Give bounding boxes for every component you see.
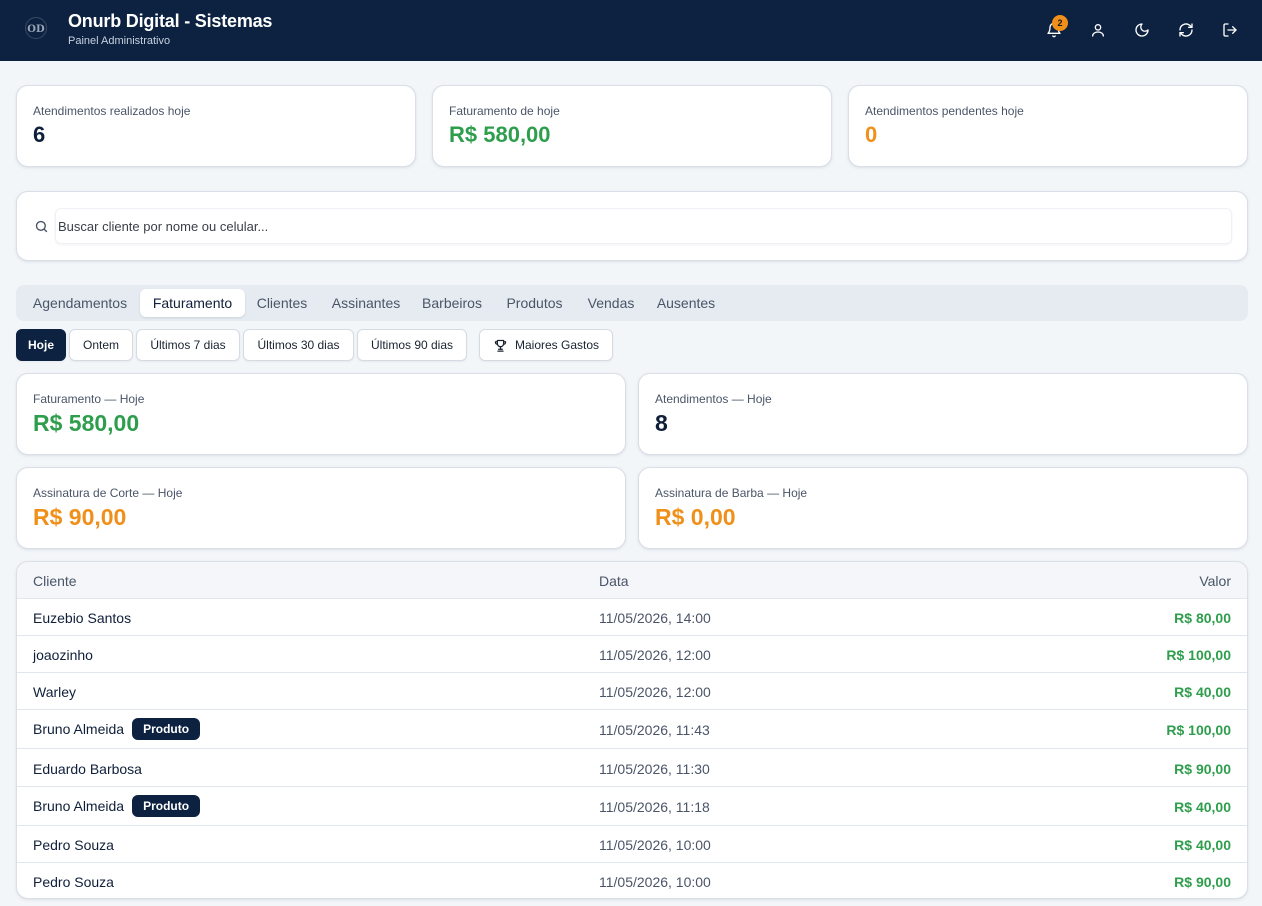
row-value: R$ 40,00 (1174, 684, 1231, 700)
row-client: Euzebio Santos (33, 610, 131, 626)
filter-ontem[interactable]: Ontem (69, 329, 133, 361)
row-client: Bruno Almeida Produto (33, 795, 201, 817)
stat-card-revenue-today: Faturamento de hoje R$ 580,00 (432, 85, 832, 167)
summary-label: Assinatura de Barba — Hoje (655, 486, 808, 500)
tab-assinantes[interactable]: Assinantes (323, 289, 409, 317)
stat-label: Faturamento de hoje (449, 104, 560, 118)
client-name: Eduardo Barbosa (33, 761, 142, 777)
row-value: R$ 40,00 (1174, 799, 1231, 815)
column-header-value[interactable]: Valor (1199, 573, 1231, 589)
row-date: 11/05/2026, 10:00 (599, 874, 711, 890)
client-name: Pedro Souza (33, 837, 114, 853)
stat-value: 6 (33, 122, 46, 147)
search-box (55, 208, 1232, 244)
row-date: 11/05/2026, 11:18 (599, 799, 710, 815)
row-client: Pedro Souza (33, 837, 114, 853)
table-row[interactable]: Pedro Souza 11/05/2026, 10:00 R$ 90,00 (17, 863, 1247, 898)
column-header-date[interactable]: Data (599, 573, 629, 589)
table-row[interactable]: Warley 11/05/2026, 12:00 R$ 40,00 (17, 673, 1247, 710)
search-input[interactable] (58, 209, 1228, 243)
table-row[interactable]: Eduardo Barbosa 11/05/2026, 11:30 R$ 90,… (17, 749, 1247, 787)
row-value: R$ 80,00 (1174, 610, 1231, 626)
client-name: Warley (33, 684, 77, 700)
tab-agendamentos[interactable]: Agendamentos (22, 289, 138, 317)
revenue-table: Cliente Data Valor Euzebio Santos 11/05/… (16, 561, 1248, 899)
table-row[interactable]: Pedro Souza 11/05/2026, 10:00 R$ 40,00 (17, 826, 1247, 863)
summary-value: R$ 90,00 (33, 504, 127, 530)
row-value: R$ 90,00 (1174, 761, 1231, 777)
client-name: Pedro Souza (33, 874, 114, 890)
summary-value: R$ 0,00 (655, 504, 736, 530)
summary-label: Faturamento — Hoje (33, 392, 145, 406)
tab-faturamento[interactable]: Faturamento (140, 289, 245, 317)
top-spenders-label: Maiores Gastos (514, 338, 600, 352)
row-client: Warley (33, 684, 76, 700)
row-date: 11/05/2026, 10:00 (599, 837, 711, 853)
stat-value: R$ 580,00 (449, 122, 551, 147)
refresh-icon[interactable] (1175, 19, 1197, 41)
tab-produtos[interactable]: Produtos (497, 289, 572, 317)
logo-icon: OD (22, 14, 50, 42)
table-row[interactable]: joaozinho 11/05/2026, 12:00 R$ 100,00 (17, 636, 1247, 673)
product-badge: Produto (132, 795, 201, 817)
stat-label: Atendimentos pendentes hoje (865, 104, 1024, 118)
client-name: Bruno Almeida (33, 798, 125, 814)
tab-ausentes[interactable]: Ausentes (650, 289, 722, 317)
row-client: Bruno Almeida Produto (33, 718, 201, 740)
summary-card-appointments: Atendimentos — Hoje 8 (638, 373, 1248, 455)
stat-label: Atendimentos realizados hoje (33, 104, 191, 118)
row-value: R$ 40,00 (1174, 837, 1231, 853)
row-client: Pedro Souza (33, 874, 114, 890)
tab-vendas[interactable]: Vendas (580, 289, 642, 317)
row-client: Eduardo Barbosa (33, 761, 142, 777)
summary-card-revenue: Faturamento — Hoje R$ 580,00 (16, 373, 626, 455)
svg-text:OD: OD (27, 24, 45, 35)
filter-7-dias[interactable]: Últimos 7 dias (136, 329, 240, 361)
row-date: 11/05/2026, 12:00 (599, 647, 711, 663)
row-date: 11/05/2026, 14:00 (599, 610, 711, 626)
top-spenders-button[interactable]: Maiores Gastos (479, 329, 613, 361)
filter-hoje[interactable]: Hoje (16, 329, 66, 361)
summary-label: Atendimentos — Hoje (655, 392, 772, 406)
table-row[interactable]: Bruno Almeida Produto 11/05/2026, 11:18 R… (17, 787, 1247, 826)
product-badge: Produto (132, 718, 201, 740)
row-date: 11/05/2026, 12:00 (599, 684, 711, 700)
summary-label: Assinatura de Corte — Hoje (33, 486, 183, 500)
client-name: joaozinho (33, 647, 93, 663)
app-title: Onurb Digital - Sistemas (68, 11, 273, 31)
client-name: Bruno Almeida (33, 721, 125, 737)
summary-card-beard-subscription: Assinatura de Barba — Hoje R$ 0,00 (638, 467, 1248, 549)
column-header-client[interactable]: Cliente (33, 573, 77, 589)
search-icon (34, 219, 49, 239)
stat-card-appointments-done: Atendimentos realizados hoje 6 (16, 85, 416, 167)
summary-card-cut-subscription: Assinatura de Corte — Hoje R$ 90,00 (16, 467, 626, 549)
row-client: joaozinho (33, 647, 93, 663)
row-value: R$ 90,00 (1174, 874, 1231, 890)
summary-value: 8 (655, 410, 668, 436)
top-bar: OD Onurb Digital - Sistemas Painel Admin… (0, 0, 1262, 61)
trophy-icon (493, 338, 508, 353)
table-row[interactable]: Bruno Almeida Produto 11/05/2026, 11:43 R… (17, 710, 1247, 749)
tab-barbeiros[interactable]: Barbeiros (415, 289, 489, 317)
table-row[interactable]: Euzebio Santos 11/05/2026, 14:00 R$ 80,0… (17, 599, 1247, 636)
user-icon[interactable] (1087, 19, 1109, 41)
notification-badge: 2 (1052, 15, 1068, 31)
stat-card-pending: Atendimentos pendentes hoje 0 (848, 85, 1248, 167)
moon-icon[interactable] (1131, 19, 1153, 41)
stat-value: 0 (865, 122, 878, 147)
filter-30-dias[interactable]: Últimos 30 dias (243, 329, 354, 361)
summary-value: R$ 580,00 (33, 410, 140, 436)
row-date: 11/05/2026, 11:30 (599, 761, 710, 777)
row-value: R$ 100,00 (1166, 722, 1231, 738)
row-date: 11/05/2026, 11:43 (599, 722, 710, 738)
logout-icon[interactable] (1219, 19, 1241, 41)
search-card (16, 191, 1248, 261)
table-header: Cliente Data Valor (17, 562, 1247, 599)
tab-bar: Agendamentos Faturamento Clientes Assina… (16, 285, 1248, 321)
filter-90-dias[interactable]: Últimos 90 dias (357, 329, 467, 361)
client-name: Euzebio Santos (33, 610, 132, 626)
tab-clientes[interactable]: Clientes (249, 289, 315, 317)
app-subtitle: Painel Administrativo (68, 35, 171, 47)
row-value: R$ 100,00 (1166, 647, 1231, 663)
